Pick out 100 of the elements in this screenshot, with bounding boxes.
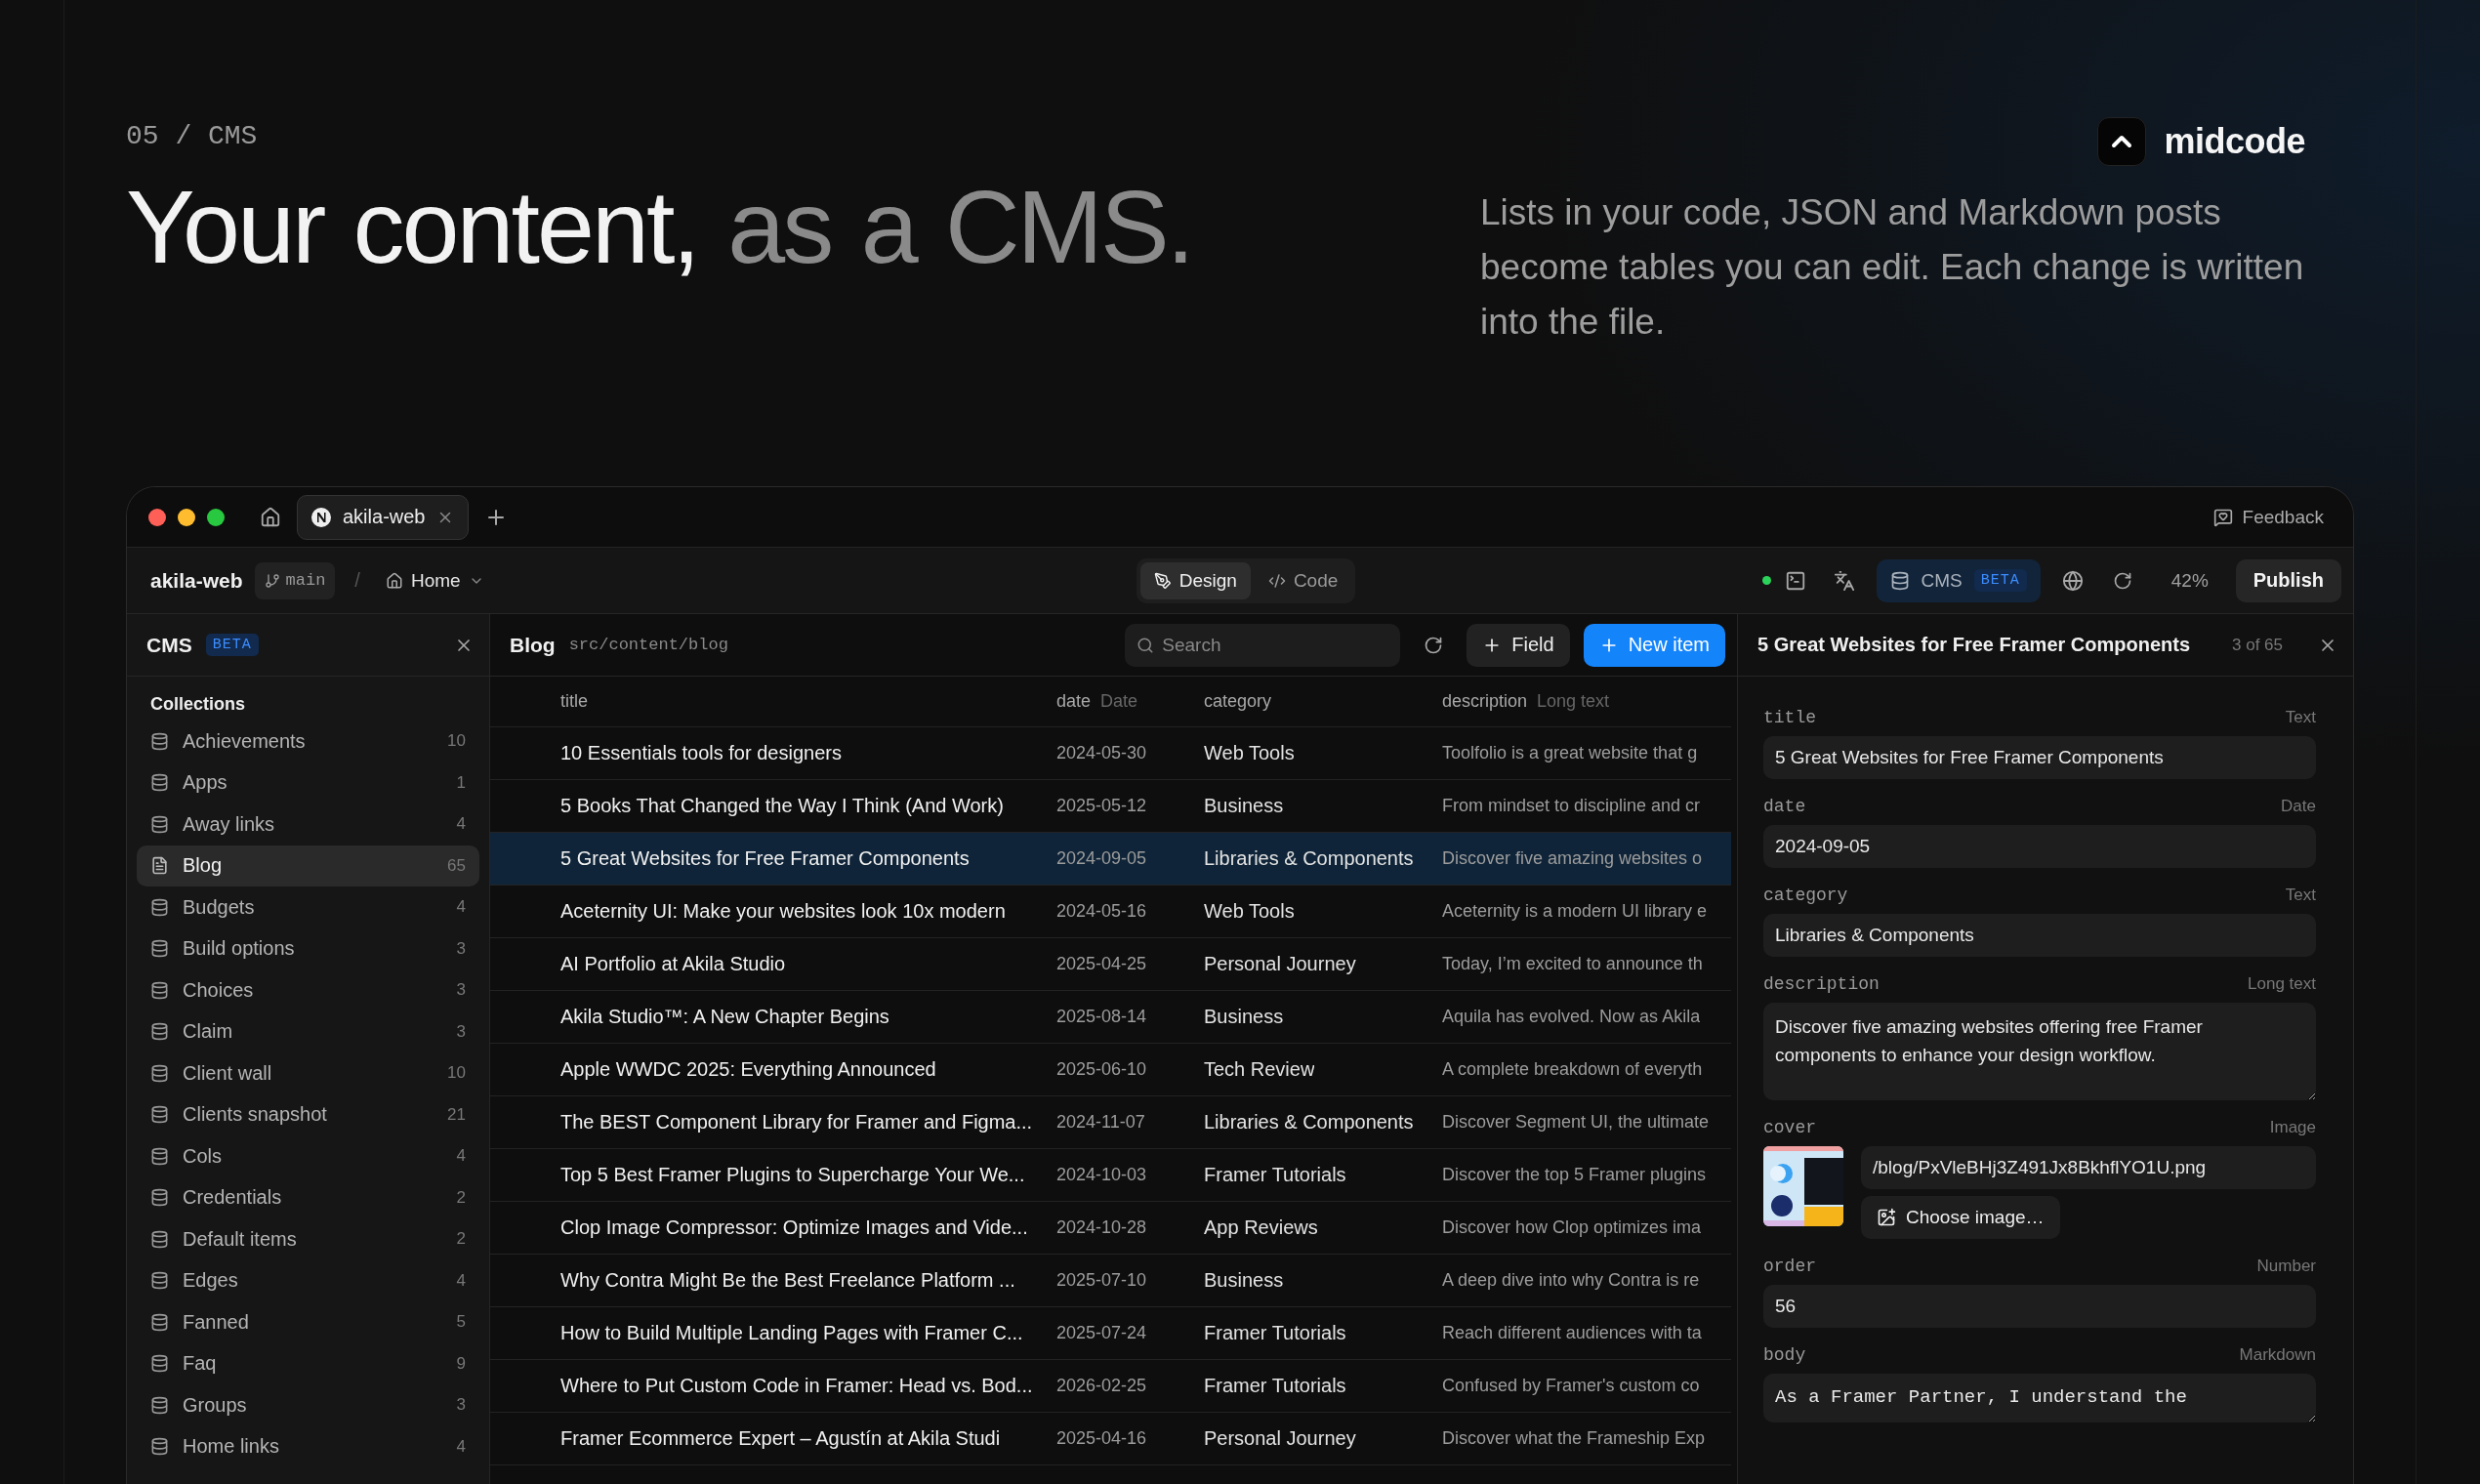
zoom-window-button[interactable] bbox=[207, 508, 225, 526]
collection-item[interactable]: Groups 3 bbox=[137, 1384, 479, 1426]
collection-item[interactable]: Client wall 10 bbox=[137, 1052, 479, 1094]
table-row[interactable]: Akila Studio™: A New Chapter Begins 2025-08-14 Business Aquila has evolved. Now as Akila bbox=[490, 991, 1731, 1044]
table-cell: 2024-09-05 bbox=[1056, 848, 1147, 869]
collection-item[interactable]: Apps 1 bbox=[137, 762, 479, 804]
text-area[interactable]: Discover five amazing websites offering free Framer components to enhance your design workflow. bbox=[1763, 1003, 2316, 1100]
beta-badge: BETA bbox=[1973, 569, 2027, 592]
close-window-button[interactable] bbox=[148, 508, 166, 526]
table-row[interactable]: Framer Ecommerce Expert – Agustín at Akila Studi 2025-04-16 Personal Journey Discover what the Frameship Exp bbox=[490, 1413, 1731, 1465]
table-cell: 5 Books That Changed the Way I Think (And Work) bbox=[560, 795, 1004, 817]
table-row[interactable]: Why Contra Might Be the Best Freelance Platform ... 2025-07-10 Business A deep dive into why Contra is re bbox=[490, 1255, 1731, 1307]
table-row[interactable]: Clop Image Compressor: Optimize Images and Vide... 2024-10-28 App Reviews Discover how Clop optimizes ima bbox=[490, 1202, 1731, 1255]
table-row[interactable]: 10 Essentials tools for designers 2024-05-30 Web Tools Toolfolio is a great website that g bbox=[490, 727, 1731, 780]
terminal-icon bbox=[1784, 569, 1806, 592]
input-field[interactable]: 2024-09-05 bbox=[1763, 825, 2316, 868]
table-cell: A complete breakdown of everyth bbox=[1442, 1059, 1703, 1080]
feedback-button[interactable]: Feedback bbox=[2207, 505, 2330, 529]
collection-item[interactable]: Achievements 10 bbox=[137, 721, 479, 763]
item-count: 3 bbox=[456, 1021, 466, 1042]
table-cell: Aceternity UI: Make your websites look 10x modern bbox=[560, 900, 1006, 923]
field-label: date bbox=[1763, 797, 1806, 816]
database-icon bbox=[150, 773, 169, 793]
table-cell: 2024-05-30 bbox=[1056, 743, 1147, 763]
column-header[interactable]: description bbox=[1442, 691, 1528, 712]
publish-button[interactable]: Publish bbox=[2235, 558, 2341, 602]
table-row[interactable]: How to Build Multiple Landing Pages with Framer C... 2025-07-24 Framer Tutorials Reach different audiences with ta bbox=[490, 1307, 1731, 1360]
collection-item[interactable]: Home links 4 bbox=[137, 1425, 479, 1467]
item-count: 1 bbox=[456, 772, 466, 793]
table-cell: Why Contra Might Be the Best Freelance Platform ... bbox=[560, 1269, 1015, 1292]
collection-item[interactable]: Blog 65 bbox=[137, 845, 479, 886]
mode-tab[interactable]: Code bbox=[1254, 561, 1352, 599]
collection-item[interactable]: Cols 4 bbox=[137, 1135, 479, 1177]
project-name[interactable]: akila-web bbox=[150, 568, 243, 593]
field-type: Markdown bbox=[2239, 1345, 2316, 1365]
collection-item[interactable]: Edges 4 bbox=[137, 1259, 479, 1301]
input-field[interactable]: /blog/PxVleBHj3Z491Jx8BkhflYO1U.png bbox=[1861, 1146, 2316, 1189]
item-count: 4 bbox=[456, 1146, 466, 1167]
database-icon bbox=[1889, 570, 1910, 591]
collection-item[interactable]: Clients snapshot 21 bbox=[137, 1093, 479, 1135]
table-cell: 2026-02-25 bbox=[1056, 1376, 1147, 1396]
field-label: category bbox=[1763, 886, 1848, 905]
table-cell: Discover the top 5 Framer plugins bbox=[1442, 1165, 1707, 1185]
table-cell: AI Portfolio at Akila Studio bbox=[560, 953, 786, 975]
column-header[interactable]: title bbox=[560, 691, 588, 712]
branch-chip[interactable]: main bbox=[254, 561, 336, 599]
collection-item[interactable]: Away links 4 bbox=[137, 804, 479, 845]
table-cell: Confused by Framer's custom co bbox=[1442, 1376, 1700, 1396]
collection-item[interactable]: Build options 3 bbox=[137, 928, 479, 969]
add-field-button[interactable]: Field bbox=[1467, 623, 1570, 667]
mode-tab[interactable]: Design bbox=[1139, 561, 1251, 599]
database-icon bbox=[150, 1271, 169, 1291]
table-cell: 2025-07-10 bbox=[1056, 1270, 1147, 1291]
database-icon bbox=[150, 1146, 169, 1166]
markdown-editor[interactable]: As a Framer Partner, I understand the bbox=[1763, 1374, 2316, 1422]
table-row[interactable]: Top 5 Best Framer Plugins to Supercharge Your We... 2024-10-03 Framer Tutorials Discover the top 5 Framer plugins bbox=[490, 1149, 1731, 1202]
collection-item[interactable]: Fanned 5 bbox=[137, 1301, 479, 1343]
collection-item[interactable]: Default items 2 bbox=[137, 1218, 479, 1260]
table-cell: 2025-06-10 bbox=[1056, 1059, 1147, 1080]
table-cell: Discover what the Frameship Exp bbox=[1442, 1428, 1706, 1449]
table-row[interactable]: Where to Put Custom Code in Framer: Head vs. Bod... 2026-02-25 Framer Tutorials Confused by Framer's custom co bbox=[490, 1360, 1731, 1413]
headline: Your content, as a CMS. bbox=[126, 168, 1194, 286]
table-cell: Web Tools bbox=[1204, 900, 1295, 923]
message-heart-icon bbox=[2212, 507, 2233, 527]
brand-name: midcode bbox=[2164, 121, 2305, 162]
database-icon bbox=[150, 814, 169, 834]
table-cell: How to Build Multiple Landing Pages with Framer C... bbox=[560, 1322, 1023, 1344]
field-type: Long text bbox=[2248, 974, 2316, 994]
input-field[interactable]: 56 bbox=[1763, 1285, 2316, 1328]
home-icon bbox=[385, 571, 403, 590]
table-row[interactable]: The BEST Component Library for Framer and Figma... 2024-11-07 Libraries & Components Discover Segment UI, the ultimate bbox=[490, 1096, 1731, 1149]
zoom-level[interactable]: 42% bbox=[2170, 569, 2209, 592]
search-field[interactable]: Search bbox=[1125, 623, 1401, 667]
table-cell: Framer Tutorials bbox=[1204, 1322, 1346, 1344]
input-field[interactable]: 5 Great Websites for Free Framer Components bbox=[1763, 736, 2316, 779]
collection-item[interactable]: Budgets 4 bbox=[137, 886, 479, 928]
table-row[interactable]: AI Portfolio at Akila Studio 2025-04-25 Personal Journey Today, I’m excited to announce th bbox=[490, 938, 1731, 991]
minimize-window-button[interactable] bbox=[178, 508, 195, 526]
collection-item[interactable]: Faq 9 bbox=[137, 1342, 479, 1384]
field-type: Text bbox=[2285, 708, 2316, 727]
table-row[interactable]: Aceternity UI: Make your websites look 10x modern 2024-05-16 Web Tools Aceternity is a modern UI library e bbox=[490, 886, 1731, 938]
item-count: 10 bbox=[447, 1063, 466, 1084]
column-header[interactable]: date bbox=[1056, 691, 1092, 712]
table-row[interactable]: Apple WWDC 2025: Everything Announced 2025-06-10 Tech Review A complete breakdown of everyth bbox=[490, 1044, 1731, 1096]
field-label: description bbox=[1763, 974, 1880, 994]
page-selector[interactable]: Home bbox=[379, 568, 490, 593]
cms-button[interactable]: CMS BETA bbox=[1876, 558, 2041, 602]
table-row[interactable]: 5 Great Websites for Free Framer Components 2024-09-05 Libraries & Components Discover five amazing websites o bbox=[490, 833, 1731, 886]
new-item-button[interactable]: New item bbox=[1583, 623, 1725, 667]
collection-item[interactable]: Claim 3 bbox=[137, 1010, 479, 1052]
refresh-icon bbox=[1424, 635, 1444, 655]
column-header[interactable]: category bbox=[1204, 691, 1272, 712]
collection-item[interactable]: Choices 3 bbox=[137, 969, 479, 1011]
item-count: 3 bbox=[456, 1395, 466, 1416]
collection-item[interactable]: Credentials 2 bbox=[137, 1176, 479, 1218]
browser-tab[interactable]: akila-web bbox=[297, 494, 470, 540]
column-type: Long text bbox=[1537, 691, 1610, 712]
input-field[interactable]: Libraries & Components bbox=[1763, 914, 2316, 957]
table-cell: Business bbox=[1204, 1006, 1284, 1028]
choose-image-button[interactable]: Choose image… bbox=[1861, 1196, 2060, 1239]
